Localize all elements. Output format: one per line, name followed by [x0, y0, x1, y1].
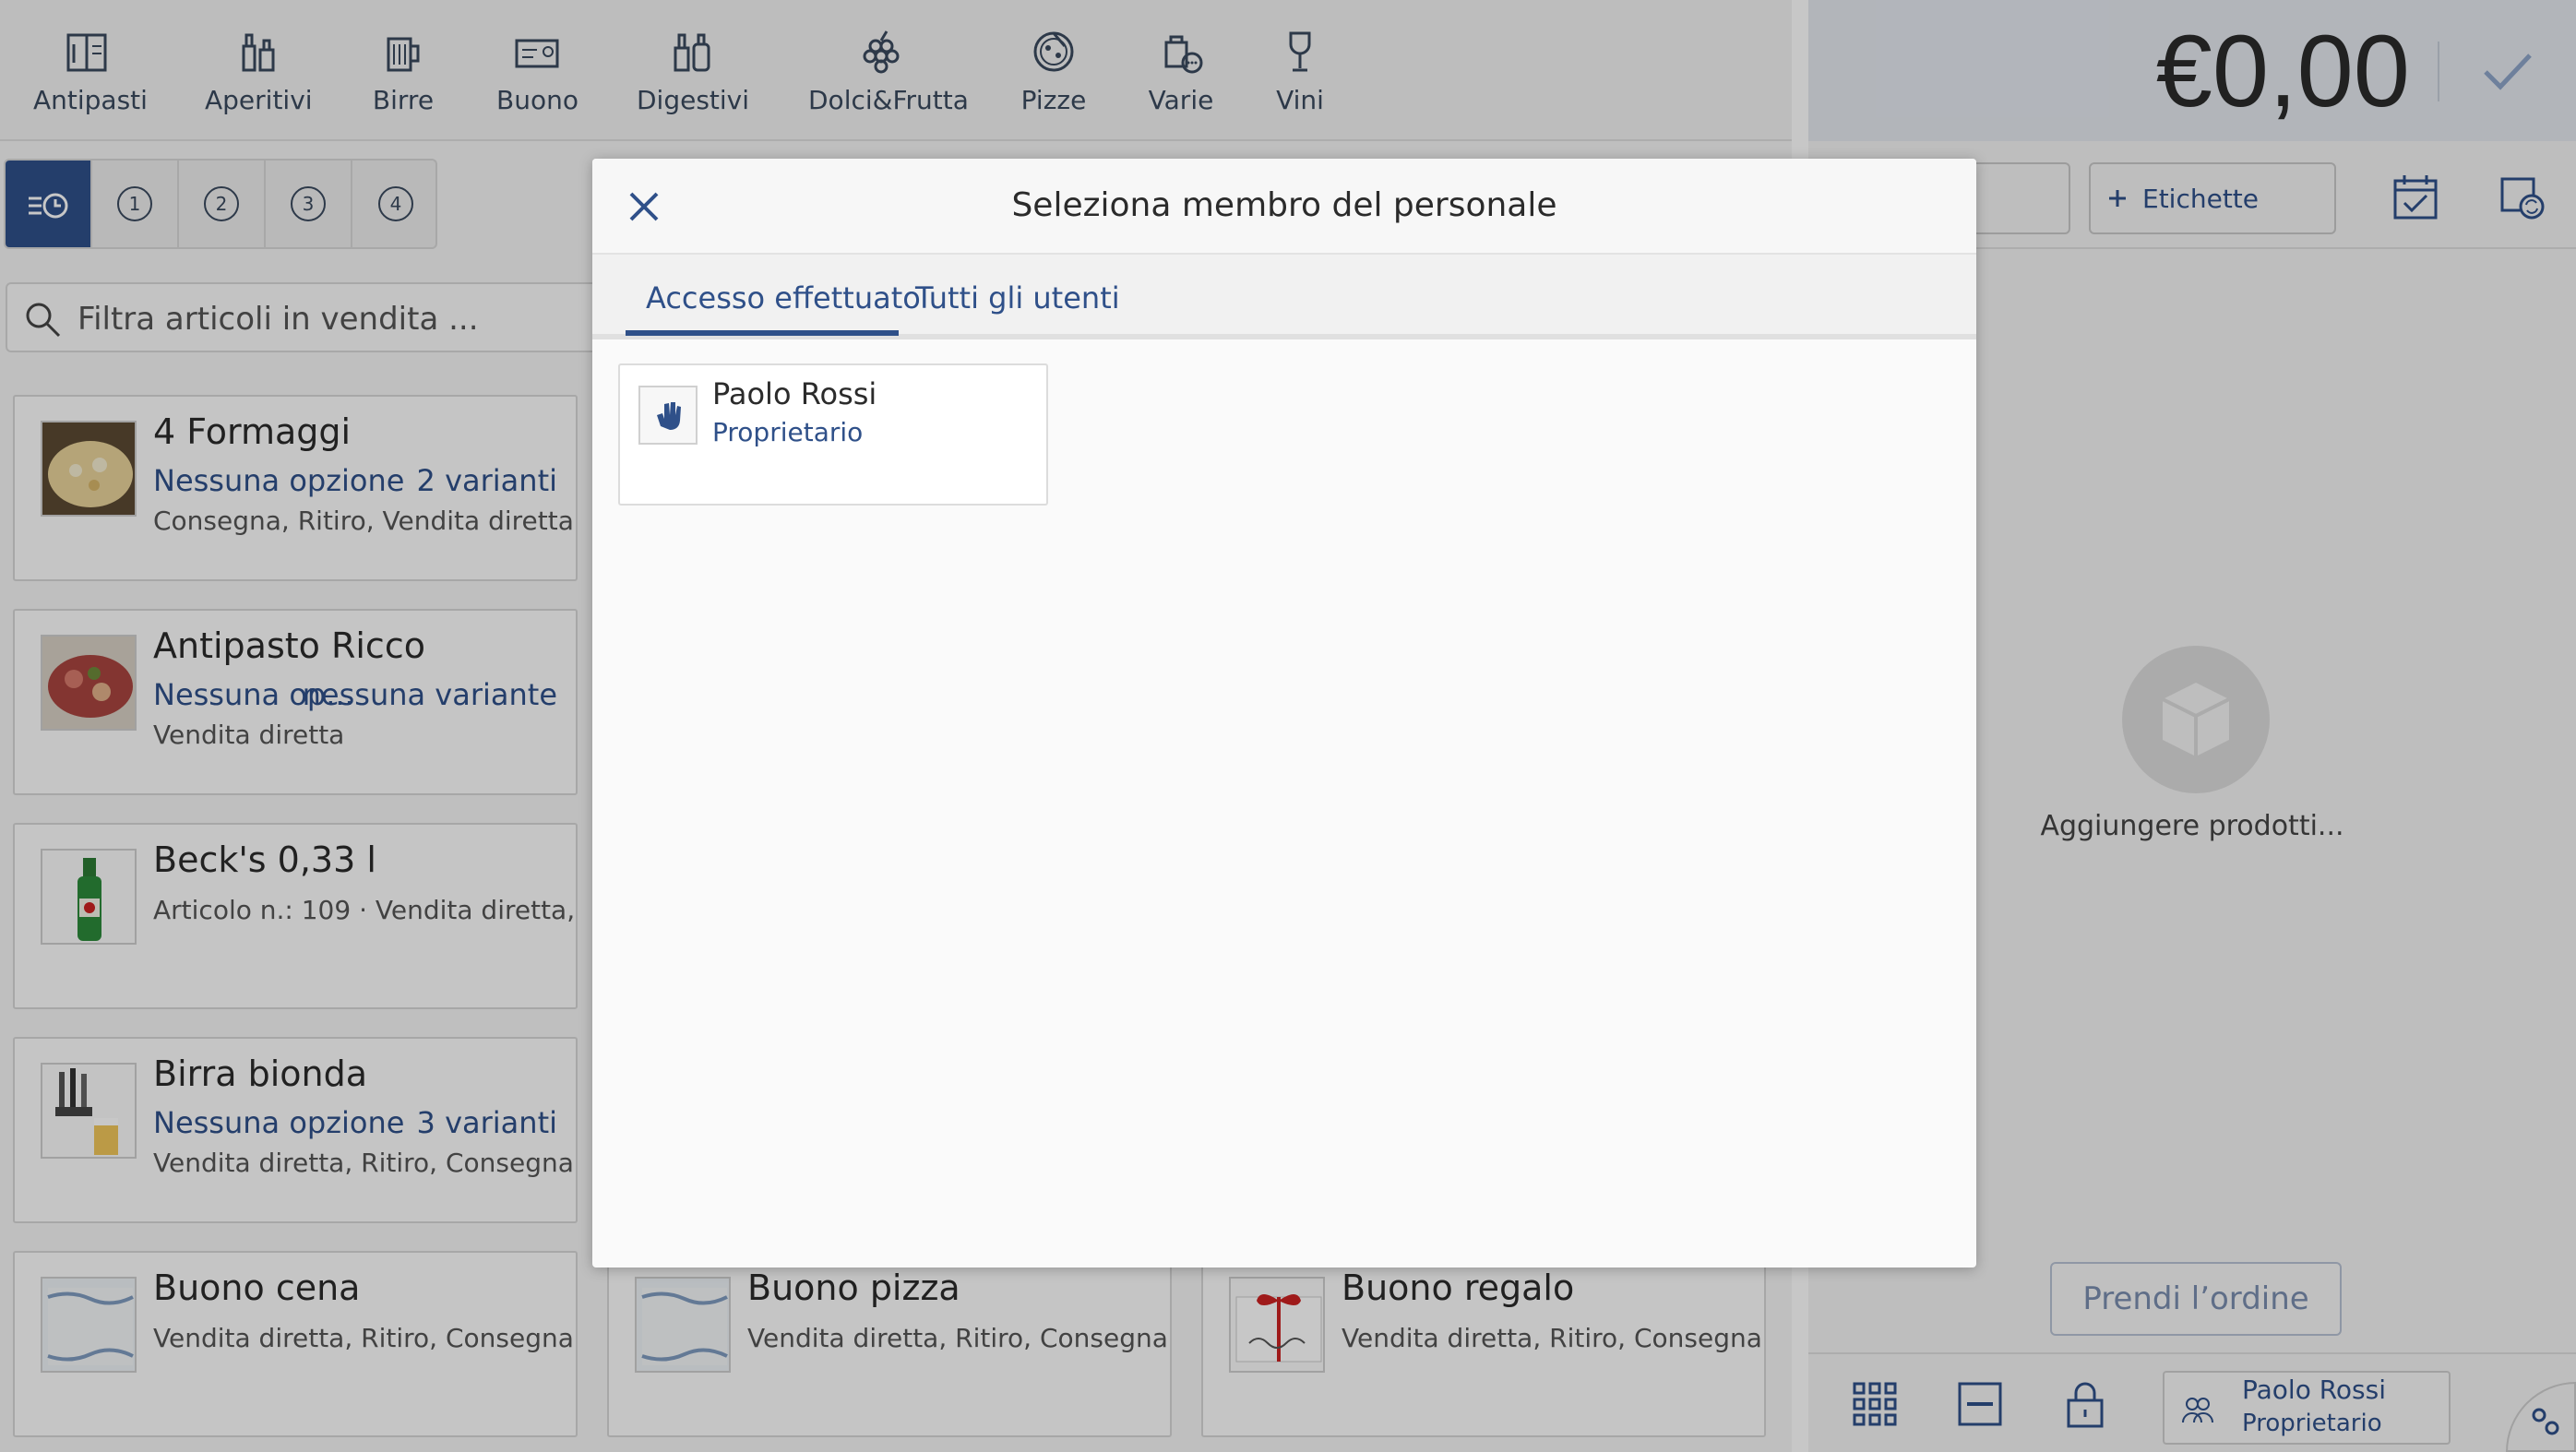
user-role: Proprietario [712, 417, 864, 447]
dialog-header: Seleziona membro del personale [592, 159, 1976, 255]
dialog-title: Seleziona membro del personale [1011, 186, 1557, 224]
active-tab-indicator [626, 330, 899, 336]
dialog-tabs: Accesso effettuato Tutti gli utenti [592, 255, 1976, 339]
tab-logged-in[interactable]: Accesso effettuato [646, 280, 921, 315]
user-avatar [638, 386, 698, 445]
tab-all-users[interactable]: Tutti gli utenti [915, 280, 1120, 315]
hand-icon [657, 402, 681, 430]
user-name: Paolo Rossi [712, 376, 877, 411]
staff-select-dialog: Seleziona membro del personale Accesso e… [592, 159, 1976, 1268]
staff-user-card[interactable]: Paolo Rossi Proprietario [618, 363, 1048, 506]
